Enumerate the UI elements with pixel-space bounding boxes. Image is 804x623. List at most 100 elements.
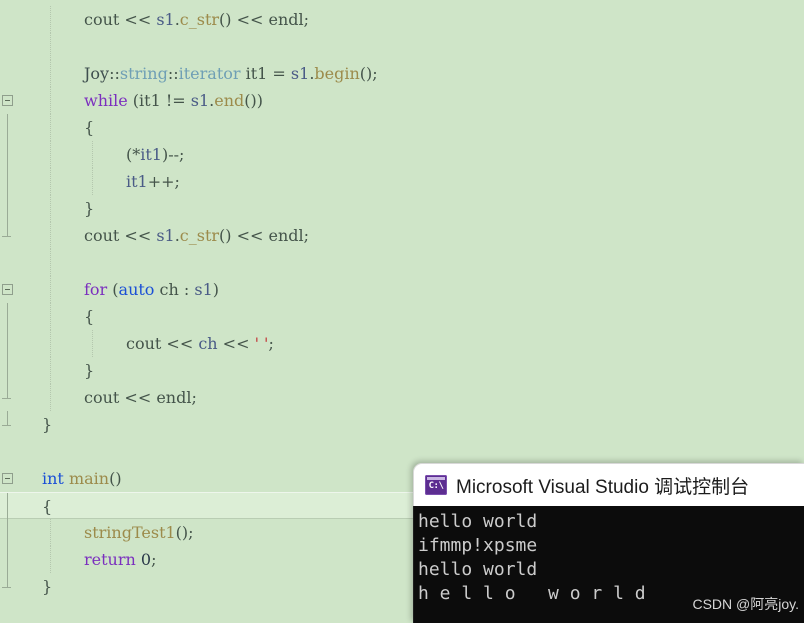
code-token: ();: [175, 523, 194, 542]
fold-region-line: [7, 411, 8, 425]
fold-region-end: [2, 398, 11, 399]
console-cmd-icon-label: C:\: [428, 480, 444, 491]
code-token: ++;: [147, 172, 180, 191]
code-line[interactable]: [0, 438, 804, 465]
code-line[interactable]: {: [0, 303, 804, 330]
indent-guide: [50, 168, 51, 195]
code-line-text: int main(): [42, 465, 122, 492]
indent-guide: [50, 249, 51, 276]
code-token: Joy: [84, 64, 110, 83]
indent-guide: [50, 114, 51, 141]
console-cmd-icon: C:\: [425, 475, 447, 495]
code-token: s1: [190, 91, 210, 110]
code-token: cout: [84, 388, 120, 407]
indent-guide: [50, 141, 51, 168]
code-line[interactable]: cout << ch << ' ';: [0, 330, 804, 357]
indent-guide: [50, 195, 51, 222]
indent-guide: [50, 330, 51, 357]
code-line-text: }: [42, 573, 52, 600]
code-token: <<: [119, 388, 157, 407]
code-line[interactable]: }: [0, 357, 804, 384]
fold-region-end: [2, 587, 11, 588]
csdn-watermark: CSDN @阿亮joy.: [692, 596, 799, 612]
indent-guide: [50, 546, 51, 573]
debug-console-window[interactable]: C:\ Microsoft Visual Studio 调试控制台 hello …: [413, 463, 804, 623]
code-token: endl: [268, 10, 304, 29]
fold-region-line: [7, 303, 8, 330]
code-token: ::: [167, 64, 179, 83]
fold-collapse-icon[interactable]: [2, 284, 13, 295]
code-token: ()): [244, 91, 263, 110]
code-line[interactable]: [0, 33, 804, 60]
code-line-text: {: [84, 303, 94, 330]
code-token: s1: [156, 226, 175, 245]
code-line-text: cout << s1.c_str() << endl;: [84, 222, 309, 249]
code-token: {: [42, 497, 53, 516]
code-line-text: it1++;: [126, 168, 180, 195]
code-token: stringTest1: [84, 523, 176, 542]
indent-guide: [92, 168, 93, 195]
fold-region-line: [7, 114, 8, 141]
code-line[interactable]: [0, 249, 804, 276]
console-title-bar[interactable]: C:\ Microsoft Visual Studio 调试控制台: [413, 463, 804, 506]
code-line-text: while (it1 != s1.end()): [84, 87, 263, 114]
code-token: endl: [156, 388, 192, 407]
code-token: <<: [119, 10, 157, 29]
fold-region-line: [7, 573, 8, 587]
code-line[interactable]: it1++;: [0, 168, 804, 195]
code-token: ;: [268, 334, 274, 353]
fold-region-end: [2, 425, 11, 426]
fold-collapse-icon[interactable]: [2, 95, 13, 106]
code-line-text: stringTest1();: [84, 519, 194, 546]
indent-guide: [50, 6, 51, 33]
code-line-text: for (auto ch : s1): [84, 276, 219, 303]
code-line[interactable]: }: [0, 411, 804, 438]
code-token: iterator: [178, 64, 241, 83]
code-token: ;: [303, 226, 310, 245]
code-line-text: }: [84, 195, 94, 222]
indent-guide: [50, 384, 51, 411]
fold-collapse-icon[interactable]: [2, 473, 13, 484]
fold-region-line: [7, 141, 8, 168]
code-token: () <<: [219, 226, 269, 245]
code-line[interactable]: while (it1 != s1.end()): [0, 87, 804, 114]
code-token: ::: [109, 64, 120, 83]
indent-guide: [92, 141, 93, 168]
code-line[interactable]: cout << s1.c_str() << endl;: [0, 222, 804, 249]
code-line[interactable]: }: [0, 195, 804, 222]
code-token: ch: [198, 334, 218, 353]
code-token: ' ': [254, 334, 269, 353]
code-token: cout: [84, 226, 120, 245]
indent-guide: [50, 357, 51, 384]
indent-guide: [50, 87, 51, 114]
fold-region-line: [7, 330, 8, 357]
code-token: ;: [151, 550, 157, 569]
code-line-text: cout << ch << ' ';: [126, 330, 274, 357]
code-line-text: cout << endl;: [84, 384, 197, 411]
code-line[interactable]: cout << endl;: [0, 384, 804, 411]
indent-guide: [92, 330, 93, 357]
code-token: endl: [268, 226, 304, 245]
code-token: (: [107, 280, 119, 299]
code-line[interactable]: Joy::string::iterator it1 = s1.begin();: [0, 60, 804, 87]
code-line[interactable]: cout << s1.c_str() << endl;: [0, 6, 804, 33]
console-output[interactable]: hello world ifmmp!xpsme hello world h e l l…: [413, 506, 804, 623]
fold-region-end: [2, 236, 11, 237]
code-token: main: [68, 469, 110, 488]
code-line[interactable]: (*it1)--;: [0, 141, 804, 168]
code-token: (it1 !=: [127, 91, 191, 110]
indent-guide: [50, 276, 51, 303]
code-token: (*: [126, 145, 141, 164]
fold-region-line: [7, 384, 8, 398]
code-line[interactable]: for (auto ch : s1): [0, 276, 804, 303]
code-line-text: }: [84, 357, 94, 384]
code-line-text: {: [42, 493, 52, 520]
code-token: it1: [126, 172, 148, 191]
screen: cout << s1.c_str() << endl; Joy::string::…: [0, 0, 804, 623]
code-token: {: [84, 307, 95, 326]
indent-guide: [50, 33, 51, 60]
code-line[interactable]: {: [0, 114, 804, 141]
console-output-line: ifmmp!xpsme: [418, 535, 538, 556]
code-token: begin: [314, 64, 360, 83]
code-token: for: [84, 280, 108, 299]
